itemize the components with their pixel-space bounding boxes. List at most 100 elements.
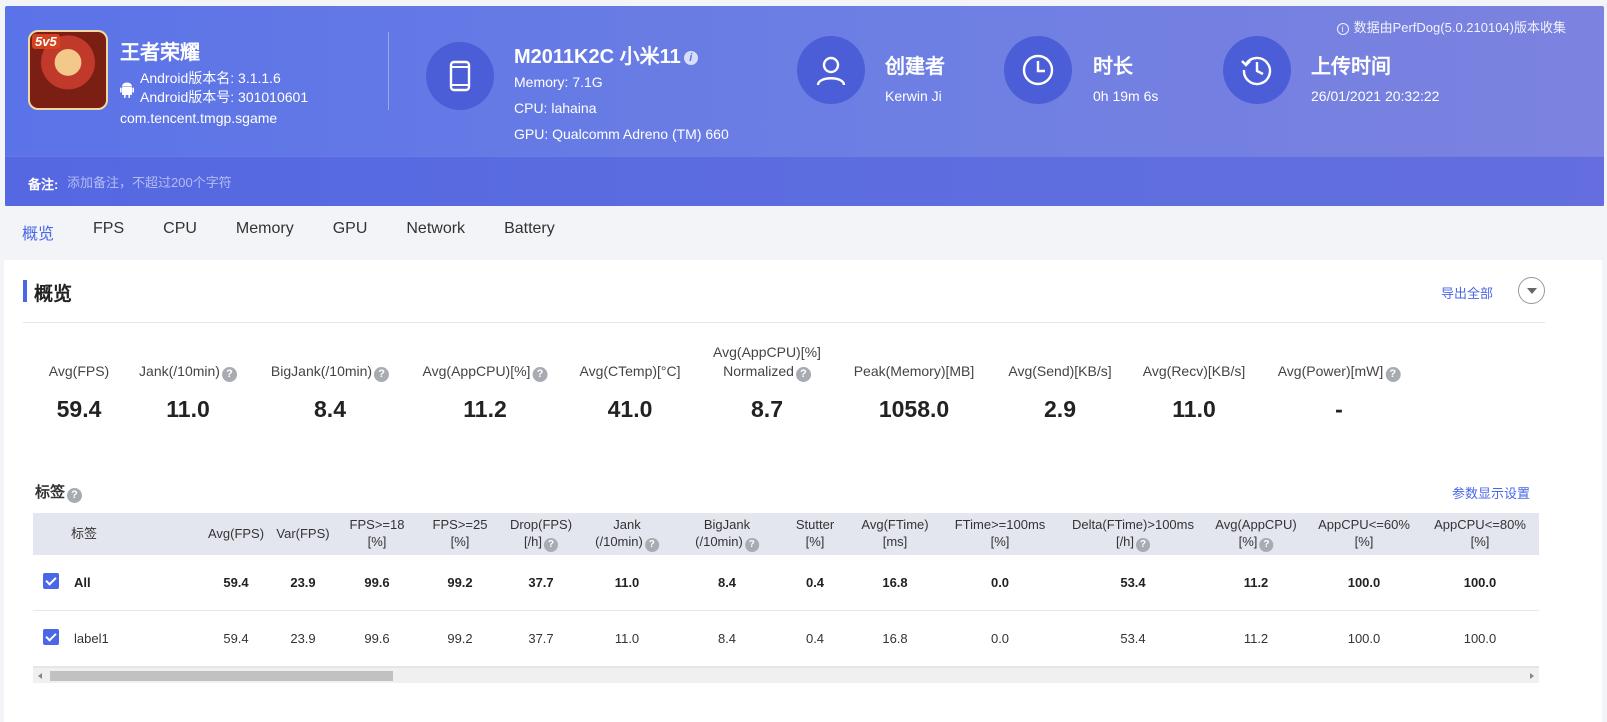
metric-value: 11.0 [1172, 396, 1216, 422]
upload-value: 26/01/2021 20:32:22 [1311, 88, 1440, 104]
metric-label: Avg(Send)[KB/s] [1008, 363, 1112, 379]
metric-label: Avg(AppCPU)[%] Normalized? [713, 344, 821, 382]
history-icon [1241, 56, 1272, 86]
table-cell: 99.2 [447, 575, 473, 590]
help-icon[interactable]: ? [1259, 538, 1274, 552]
metric-label: Avg(Recv)[KB/s] [1142, 363, 1246, 379]
table-cell: 23.9 [290, 631, 316, 646]
column-header: Var(FPS) [276, 526, 330, 541]
app-version-name: Android版本名: 3.1.1.6 [140, 70, 281, 86]
user-icon [816, 56, 846, 86]
duration-value: 0h 19m 6s [1093, 88, 1159, 104]
device-info-icon[interactable]: i [683, 51, 698, 65]
table-cell: 37.7 [528, 575, 554, 590]
help-icon[interactable]: ? [67, 488, 83, 503]
scrollbar-thumb[interactable] [50, 671, 393, 681]
device-memory: Memory: 7.1G [514, 74, 603, 90]
metric-value: 59.4 [56, 396, 102, 422]
column-header: Avg(AppCPU) [%]? [1215, 517, 1297, 552]
metric-value: 1058.0 [878, 396, 950, 422]
header-divider [388, 32, 389, 110]
metric-value: 8.7 [751, 396, 783, 422]
help-icon[interactable]: ? [1385, 367, 1401, 382]
creator-circle [797, 36, 865, 104]
clock-icon [1022, 54, 1054, 86]
table-cell: 0.4 [805, 575, 825, 590]
section-divider [23, 322, 1545, 323]
duration-title: 时长 [1093, 56, 1133, 78]
tab-cpu[interactable]: CPU [163, 220, 197, 248]
device-model: M2011K2C 小米11 i [514, 40, 698, 69]
metric-label: Avg(AppCPU)[%]? [423, 362, 548, 382]
app-icon: 5v5 [28, 30, 108, 110]
help-icon[interactable]: ? [744, 538, 759, 552]
column-header: Drop(FPS) [/h]? [509, 517, 573, 552]
metric-label: BigJank(/10min)? [271, 362, 390, 382]
help-icon[interactable]: ? [644, 538, 659, 552]
device-circle [426, 42, 494, 110]
app-package: com.tencent.tmgp.sgame [120, 110, 278, 126]
row-checkbox[interactable] [43, 629, 59, 645]
table-cell: 99.6 [364, 631, 390, 646]
creator-title: 创建者 [885, 56, 945, 78]
table-cell: 99.6 [364, 575, 390, 590]
table-row: All 59.4 23.9 99.6 99.2 37.7 11.0 8.4 0.… [33, 555, 1539, 611]
metric-label: Jank(/10min)? [139, 362, 237, 382]
metric-label: Avg(Power)[mW]? [1278, 362, 1401, 382]
column-header: BigJank (/10min)? [695, 516, 759, 552]
column-header: Avg(FPS) [207, 526, 265, 541]
help-icon[interactable]: ? [1136, 538, 1151, 552]
table-cell: 11.0 [614, 575, 640, 590]
metric-value: 8.4 [314, 396, 346, 422]
scroll-right-icon[interactable] [1530, 673, 1534, 679]
help-icon[interactable]: ? [544, 538, 559, 552]
tab-memory[interactable]: Memory [236, 220, 294, 248]
table-cell: 0.0 [990, 575, 1010, 590]
param-settings-button[interactable]: 参数显示设置 [1452, 483, 1530, 502]
table-cell: 11.0 [614, 631, 640, 646]
help-icon[interactable]: ? [795, 367, 811, 382]
collapse-button[interactable] [1518, 277, 1545, 304]
table-cell: 100.0 [1463, 631, 1497, 646]
metric-label: Peak(Memory)[MB] [853, 363, 975, 379]
data-source-note: i 数据由PerfDog(5.0.210104)版本收集 [1336, 17, 1566, 36]
column-header: FTime>=100ms [%] [954, 517, 1046, 549]
table-cell: 11.2 [1243, 575, 1269, 590]
column-header: Stutter [%] [795, 517, 835, 549]
column-header: FPS>=25 [%] [432, 517, 488, 549]
phone-icon [449, 60, 471, 92]
app-icon-badge: 5v5 [32, 34, 60, 49]
table-cell: 100.0 [1347, 631, 1381, 646]
horizontal-scrollbar[interactable] [33, 667, 1539, 683]
metric-value: 41.0 [607, 396, 653, 422]
column-header: 标签 [70, 526, 98, 541]
row-label: All [74, 575, 91, 590]
help-icon[interactable]: ? [532, 367, 548, 382]
tab-network[interactable]: Network [406, 220, 465, 248]
column-header: Jank (/10min)? [595, 516, 659, 552]
row-checkbox[interactable] [43, 573, 59, 589]
tab-battery[interactable]: Battery [504, 220, 555, 248]
tab-gpu[interactable]: GPU [333, 220, 368, 248]
app-version: Android版本名: 3.1.1.6 Android版本号: 30101060… [140, 69, 308, 107]
device-gpu: GPU: Qualcomm Adreno (TM) 660 [514, 126, 729, 142]
tab-fps[interactable]: FPS [93, 220, 124, 248]
row-label: label1 [74, 631, 109, 646]
table-cell: 53.4 [1120, 575, 1146, 590]
export-all-button[interactable]: 导出全部 [1441, 283, 1493, 302]
scroll-left-icon[interactable] [38, 673, 42, 679]
notes-input[interactable] [67, 169, 667, 195]
column-header: FPS>=18 [%] [349, 517, 405, 549]
table-row: label1 59.4 23.9 99.6 99.2 37.7 11.0 8.4… [33, 611, 1539, 667]
column-header: Delta(FTime)>100ms [/h]? [1072, 517, 1194, 552]
tab-bar: 概览 FPS CPU Memory GPU Network Battery [22, 220, 594, 248]
tab-overview[interactable]: 概览 [22, 220, 54, 248]
table-cell: 59.4 [223, 575, 249, 590]
metric-label: Avg(CTemp)[°C] [579, 363, 681, 379]
table-cell: 23.9 [290, 575, 316, 590]
help-icon[interactable]: ? [221, 367, 237, 382]
help-icon[interactable]: ? [374, 367, 390, 382]
column-header: AppCPU<=60% [%] [1318, 517, 1410, 549]
table-header: 标签 Avg(FPS) Var(FPS) FPS>=18 [%] FPS>=25[… [33, 513, 1539, 555]
metric-value: 11.2 [463, 396, 507, 422]
